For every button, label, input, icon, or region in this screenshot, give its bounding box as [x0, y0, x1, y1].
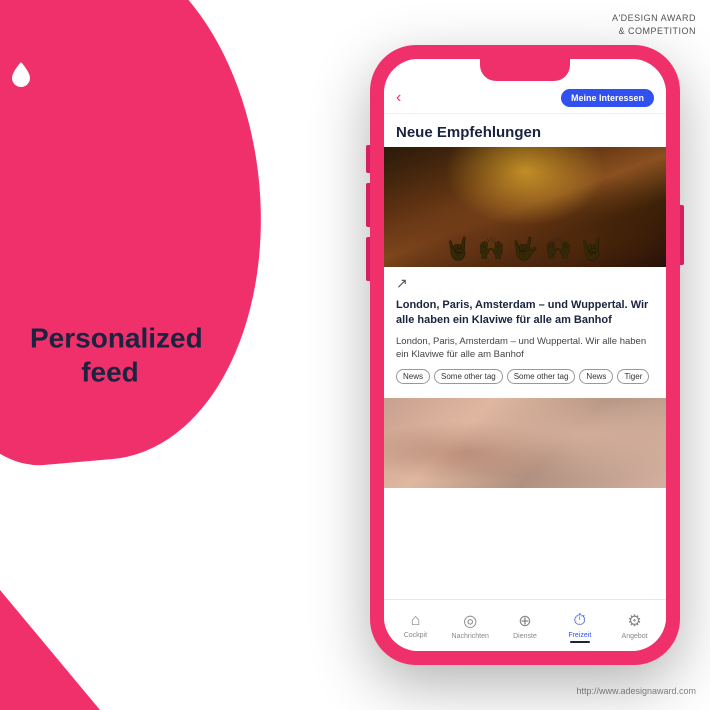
nav-label-nachrichten: Nachrichten [452, 633, 489, 640]
tag-item[interactable]: News [579, 369, 613, 384]
phone-notch [480, 59, 570, 81]
nav-label-angebot: Angebot [622, 633, 648, 640]
article-title: London, Paris, Amsterdam – und Wuppertal… [396, 298, 654, 329]
share-icon[interactable]: ↗︎ [396, 275, 654, 292]
article-body: London, Paris, Amsterdam – und Wuppertal… [396, 335, 654, 362]
nav-icon-dienste: ⊕ [518, 611, 531, 631]
nav-icon-nachrichten: ◎ [463, 611, 477, 631]
watermark: http://www.adesignaward.com [576, 686, 696, 696]
nav-icon-cockpit: ⌂ [411, 612, 421, 630]
drop-icon-top [10, 60, 32, 88]
article-tags: NewsSome other tagSome other tagNewsTige… [396, 369, 654, 384]
nav-item-nachrichten[interactable]: ◎ Nachrichten [443, 611, 498, 640]
tag-item[interactable]: Some other tag [434, 369, 503, 384]
volume-mute-button [366, 145, 370, 173]
nav-item-dienste[interactable]: ⊕ Dienste [498, 611, 553, 640]
second-article-image [384, 398, 666, 488]
phone-shell: ‹ Meine Interessen Neue Empfehlungen ↗︎ … [370, 45, 680, 665]
nav-label-freizeit: Freizeit [568, 632, 591, 639]
left-heading-line1: Personalized [30, 321, 190, 355]
nav-item-angebot[interactable]: ⚙ Angebot [607, 611, 662, 640]
award-logo: A'DESIGN AWARD & COMPETITION [612, 12, 696, 37]
top-navigation: ‹ Meine Interessen [384, 85, 666, 114]
power-button [680, 205, 684, 265]
nav-label-dienste: Dienste [513, 633, 537, 640]
nav-icon-freizeit: ⏱ [574, 612, 586, 630]
tag-item[interactable]: Some other tag [507, 369, 576, 384]
nav-item-freizeit[interactable]: ⏱ Freizeit [552, 612, 607, 639]
bottom-navigation: ⌂ Cockpit ◎ Nachrichten ⊕ Dienste ⏱ Freizeit ⚙ An… [384, 599, 666, 651]
phone-screen: ‹ Meine Interessen Neue Empfehlungen ↗︎ … [384, 59, 666, 651]
left-heading-line2: feed [30, 355, 190, 389]
decorative-triangle [0, 590, 100, 710]
screen-content: Neue Empfehlungen ↗︎ London, Paris, Amst… [384, 114, 666, 590]
article-section: ↗︎ London, Paris, Amsterdam – und Wupper… [384, 267, 666, 392]
tag-item[interactable]: News [396, 369, 430, 384]
concert-hero-image [384, 147, 666, 267]
tag-item[interactable]: Tiger [617, 369, 649, 384]
nav-item-cockpit[interactable]: ⌂ Cockpit [388, 612, 443, 639]
volume-down-button [366, 237, 370, 281]
page-title: Neue Empfehlungen [384, 114, 666, 147]
left-heading: Personalized feed [30, 321, 190, 388]
meine-interessen-button[interactable]: Meine Interessen [561, 89, 654, 107]
nav-label-cockpit: Cockpit [404, 632, 427, 639]
nav-icon-angebot: ⚙ [627, 611, 641, 631]
phone-mockup: ‹ Meine Interessen Neue Empfehlungen ↗︎ … [370, 45, 680, 665]
volume-up-button [366, 183, 370, 227]
back-button[interactable]: ‹ [396, 89, 401, 107]
